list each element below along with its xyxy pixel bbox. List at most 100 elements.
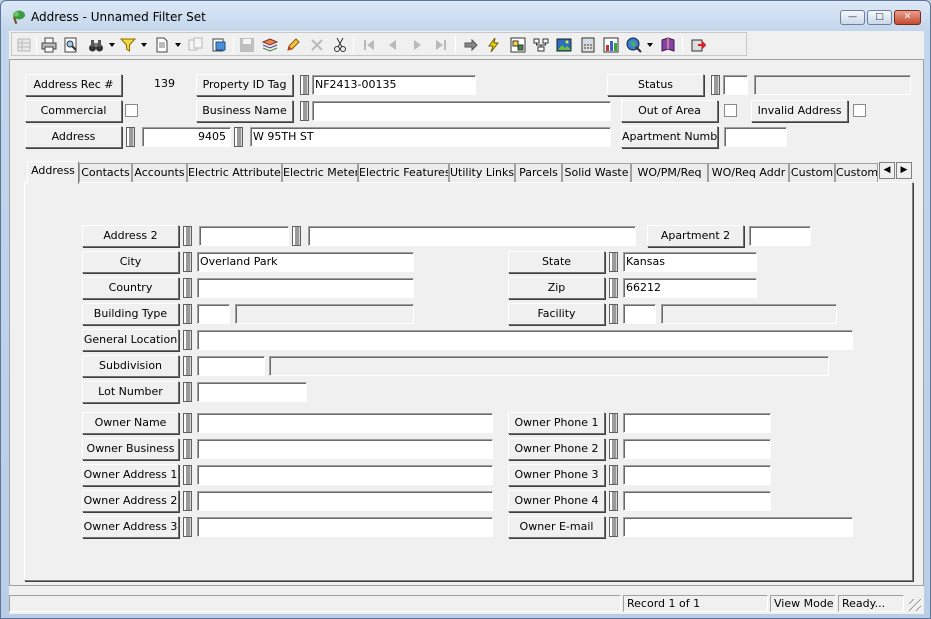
- owner-phone-2-field[interactable]: [623, 439, 771, 459]
- tab-custom-2[interactable]: Custom: [835, 163, 878, 183]
- go-icon[interactable]: [461, 35, 481, 55]
- status-button[interactable]: Status: [607, 74, 704, 96]
- apartment-number-button[interactable]: Apartment Number: [621, 126, 718, 148]
- tab-scroll-left-button[interactable]: ◀: [879, 162, 895, 179]
- edit-icon[interactable]: [283, 35, 303, 55]
- status-code-field[interactable]: [723, 75, 748, 95]
- owner-address-1-field[interactable]: [197, 465, 493, 485]
- print-preview-icon[interactable]: [61, 35, 81, 55]
- address-rec-button[interactable]: Address Rec #: [25, 74, 122, 96]
- document-icon[interactable]: [152, 35, 172, 55]
- facility-code-field[interactable]: [623, 304, 656, 324]
- title-bar[interactable]: Address - Unnamed Filter Set — □ ✕: [1, 1, 930, 31]
- property-id-tag-button[interactable]: Property ID Tag: [196, 74, 293, 96]
- image-icon[interactable]: [554, 35, 574, 55]
- invalid-address-checkbox[interactable]: [853, 104, 866, 117]
- owner-address-2-button[interactable]: Owner Address 2: [82, 490, 179, 512]
- hierarchy-icon[interactable]: [531, 35, 551, 55]
- state-field[interactable]: Kansas: [623, 252, 757, 272]
- filter-icon[interactable]: [118, 35, 138, 55]
- last-record-icon[interactable]: [431, 35, 451, 55]
- owner-name-field[interactable]: [197, 413, 493, 433]
- commercial-checkbox[interactable]: [125, 104, 138, 117]
- exit-icon[interactable]: [688, 35, 708, 55]
- maximize-button[interactable]: □: [867, 10, 892, 25]
- next-record-icon[interactable]: [407, 35, 427, 55]
- subdivision-code-field[interactable]: [197, 356, 265, 376]
- building-type-code-field[interactable]: [197, 304, 230, 324]
- state-button[interactable]: State: [508, 251, 605, 273]
- owner-phone-3-button[interactable]: Owner Phone 3: [508, 464, 605, 486]
- tab-accounts[interactable]: Accounts: [132, 163, 187, 183]
- general-location-field[interactable]: [197, 330, 853, 350]
- tab-address[interactable]: Address: [27, 161, 79, 184]
- document-dropdown-icon[interactable]: [175, 43, 181, 47]
- owner-email-button[interactable]: Owner E-mail: [508, 516, 605, 538]
- owner-phone-3-field[interactable]: [623, 465, 771, 485]
- first-record-icon[interactable]: [359, 35, 379, 55]
- country-field[interactable]: [197, 278, 414, 298]
- apartment-number-field[interactable]: [724, 127, 787, 147]
- book-icon[interactable]: [658, 35, 678, 55]
- binoculars-icon[interactable]: [86, 35, 106, 55]
- owner-business-button[interactable]: Owner Business: [82, 438, 179, 460]
- property-id-field[interactable]: NF2413-00135: [312, 75, 476, 95]
- business-name-button[interactable]: Business Name: [196, 100, 293, 122]
- tab-electric-meter[interactable]: Electric Meter: [282, 163, 358, 183]
- binoculars-dropdown-icon[interactable]: [109, 43, 115, 47]
- business-name-field[interactable]: [312, 101, 611, 121]
- calculator-icon[interactable]: [578, 35, 598, 55]
- building-type-button[interactable]: Building Type: [82, 303, 179, 325]
- tab-scroll-right-button[interactable]: ▶: [896, 162, 912, 179]
- tab-solid-waste[interactable]: Solid Waste: [562, 163, 631, 183]
- globe-dropdown-icon[interactable]: [647, 43, 653, 47]
- apartment-2-field[interactable]: [749, 226, 811, 246]
- cut-icon[interactable]: [330, 35, 350, 55]
- address-street-field[interactable]: W 95TH ST: [250, 127, 611, 147]
- tab-electric-features[interactable]: Electric Features: [358, 163, 449, 183]
- owner-address-3-button[interactable]: Owner Address 3: [82, 516, 179, 538]
- layers-icon[interactable]: [260, 35, 280, 55]
- address-number-field[interactable]: 9405: [142, 127, 231, 147]
- address-2-button[interactable]: Address 2: [82, 225, 179, 247]
- owner-business-field[interactable]: [197, 439, 493, 459]
- filter-dropdown-icon[interactable]: [141, 43, 147, 47]
- zip-field[interactable]: 66212: [623, 278, 757, 298]
- owner-address-2-field[interactable]: [197, 491, 493, 511]
- tab-wo-req-addr[interactable]: WO/Req Addr: [708, 163, 789, 183]
- owner-phone-1-field[interactable]: [623, 413, 771, 433]
- resize-grip-icon[interactable]: [909, 599, 921, 611]
- owner-email-field[interactable]: [623, 517, 853, 537]
- out-of-area-checkbox[interactable]: [724, 104, 737, 117]
- delete-icon[interactable]: [307, 35, 327, 55]
- previous-record-icon[interactable]: [383, 35, 403, 55]
- country-button[interactable]: Country: [82, 277, 179, 299]
- address-button[interactable]: Address: [25, 126, 122, 148]
- lot-number-field[interactable]: [197, 382, 307, 402]
- owner-name-button[interactable]: Owner Name: [82, 412, 179, 434]
- print-icon[interactable]: [39, 35, 59, 55]
- city-field[interactable]: Overland Park: [197, 252, 414, 272]
- owner-address-3-field[interactable]: [197, 517, 493, 537]
- chart-icon[interactable]: [601, 35, 621, 55]
- commercial-button[interactable]: Commercial: [25, 100, 122, 122]
- address-2-field-a[interactable]: [199, 226, 289, 246]
- map-icon[interactable]: [508, 35, 528, 55]
- general-location-button[interactable]: General Location: [82, 329, 179, 351]
- tab-wo-pm-req[interactable]: WO/PM/Req: [631, 163, 708, 183]
- tab-custom[interactable]: Custom: [789, 163, 835, 183]
- out-of-area-button[interactable]: Out of Area: [621, 100, 718, 122]
- tab-parcels[interactable]: Parcels: [515, 163, 562, 183]
- zip-button[interactable]: Zip: [508, 277, 605, 299]
- invalid-address-button[interactable]: Invalid Address: [751, 100, 848, 122]
- tab-utility-links[interactable]: Utility Links: [449, 163, 515, 183]
- lightning-icon[interactable]: [484, 35, 504, 55]
- minimize-button[interactable]: —: [840, 10, 865, 25]
- facility-button[interactable]: Facility: [508, 303, 605, 325]
- tab-contacts[interactable]: Contacts: [79, 163, 132, 183]
- owner-phone-4-button[interactable]: Owner Phone 4: [508, 490, 605, 512]
- table-icon[interactable]: [14, 35, 34, 55]
- tab-electric-attributes[interactable]: Electric Attributes: [187, 163, 282, 183]
- subdivision-button[interactable]: Subdivision: [82, 355, 179, 377]
- copy-icon[interactable]: [186, 35, 206, 55]
